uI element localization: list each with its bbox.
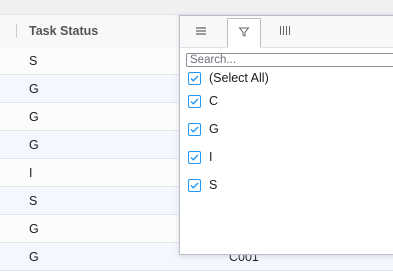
task-status-cell[interactable]: G (29, 75, 39, 103)
tab-columns[interactable] (268, 18, 302, 46)
filter-option-c[interactable]: C (188, 93, 218, 109)
filter-option-label: I (209, 150, 213, 164)
tab-general-menu[interactable] (184, 18, 218, 46)
columns-icon (279, 25, 291, 39)
checkbox[interactable] (188, 94, 201, 108)
checkbox[interactable] (188, 71, 201, 85)
filter-option-s[interactable]: S (188, 177, 217, 193)
tab-filter[interactable] (227, 18, 261, 48)
column-filter-popup: (Select All) C G I S (179, 15, 393, 255)
checkmark-icon (190, 154, 199, 161)
popup-tab-bar (180, 16, 393, 48)
grid-top-strip (0, 0, 393, 15)
menu-icon (195, 25, 207, 39)
filter-icon (238, 26, 250, 41)
task-status-cell[interactable]: S (29, 47, 37, 75)
filter-option-select-all[interactable]: (Select All) (188, 70, 269, 86)
task-status-cell[interactable]: S (29, 187, 37, 215)
checkbox[interactable] (188, 122, 201, 136)
filter-search-input[interactable] (186, 53, 393, 67)
filter-option-label: S (209, 178, 218, 192)
checkbox[interactable] (188, 178, 201, 192)
checkmark-icon (190, 126, 199, 133)
task-status-cell[interactable]: G (29, 103, 39, 131)
filter-option-label: (Select All) (209, 71, 269, 85)
task-status-cell[interactable]: G (29, 131, 39, 159)
task-status-cell[interactable]: G (29, 243, 39, 271)
filter-option-label: C (209, 94, 219, 108)
checkbox[interactable] (188, 150, 201, 164)
filter-option-g[interactable]: G (188, 121, 219, 137)
filter-option-i[interactable]: I (188, 149, 212, 165)
task-status-cell[interactable]: G (29, 215, 39, 243)
task-status-cell[interactable]: I (29, 159, 32, 187)
checkmark-icon (190, 98, 199, 105)
checkmark-icon (190, 182, 199, 189)
checkmark-icon (190, 75, 199, 82)
filter-option-label: G (209, 122, 219, 136)
header-resize-handle[interactable] (16, 24, 17, 38)
column-header-task-status[interactable]: Task Status (29, 15, 98, 47)
